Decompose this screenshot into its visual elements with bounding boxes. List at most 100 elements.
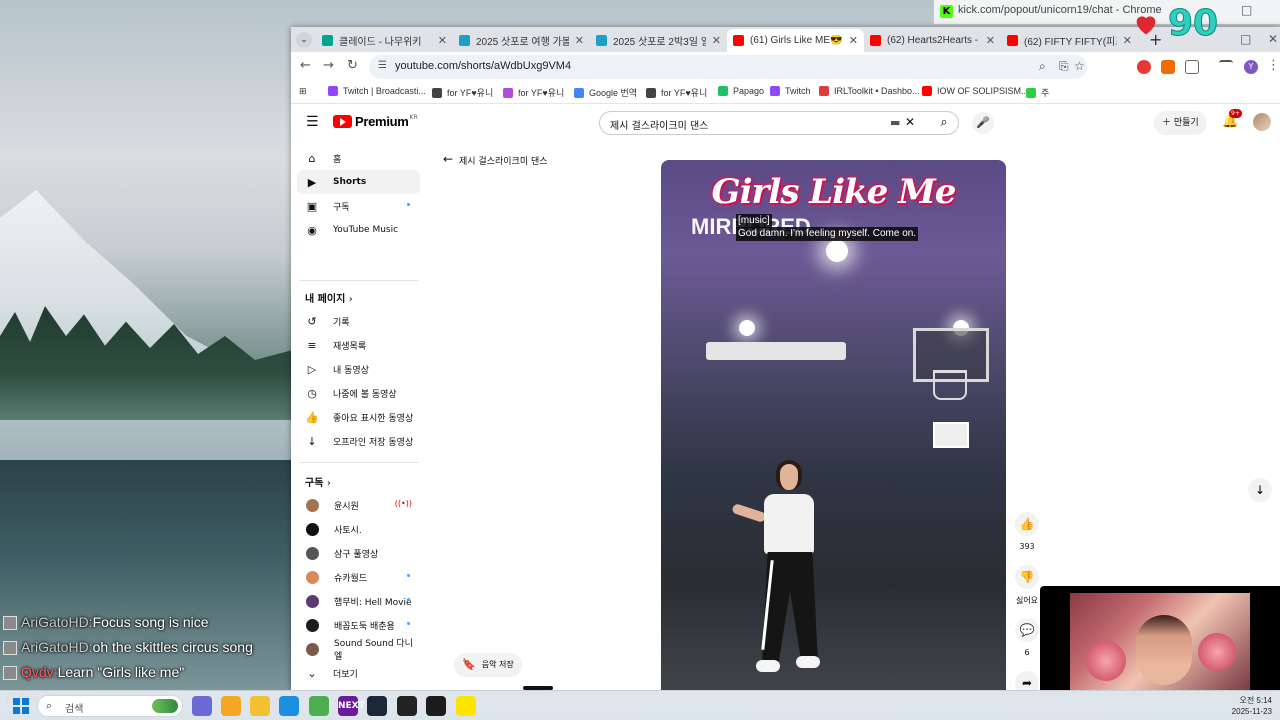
sidebar-section-heading[interactable]: 내 페이지 › (305, 290, 353, 305)
tab-search-button[interactable]: ⌄ (296, 32, 312, 48)
sidebar-item[interactable]: ◷ 나중에 볼 동영상 (297, 381, 420, 405)
tab-close-icon[interactable]: ✕ (438, 34, 447, 47)
bookmark-item[interactable]: for YF♥유니 (646, 86, 707, 99)
tab-label: (62) FIFTY FIFTY(피프티 (1024, 37, 1117, 48)
browser-tab[interactable]: (62) Hearts2Hearts - 'Fo ✕ (864, 29, 1001, 52)
comments-button[interactable]: 💬 (1015, 618, 1039, 642)
browser-tab[interactable]: 2025 삿포로 2박3일 일정 ✕ (590, 29, 727, 52)
url-text[interactable]: youtube.com/shorts/aWdbUxg9VM4 (395, 60, 571, 72)
account-avatar[interactable] (1253, 113, 1271, 131)
sidebar-item[interactable]: 사토시. (297, 517, 420, 541)
tab-close-icon[interactable]: ✕ (986, 34, 995, 47)
sidebar-item[interactable]: 윤시원 ((•)) (297, 493, 420, 517)
browser-tab[interactable]: (61) Girls Like ME😎 ✕ (727, 29, 864, 52)
bookmark-item[interactable]: 주 (1026, 86, 1049, 99)
sidebar-item[interactable]: ⌂ 홈 (297, 146, 420, 170)
maximize-icon[interactable]: □ (1241, 3, 1252, 17)
search-app-icon[interactable] (221, 696, 241, 716)
kick-chat-window[interactable]: K kick.com/popout/unicorn19/chat - Chrom… (933, 0, 1280, 24)
forward-icon[interactable]: → (323, 58, 334, 73)
sidebar-item[interactable]: 배꼽도둑 배춘용 (297, 613, 420, 637)
bookmark-item[interactable]: Twitch | Broadcasti... (328, 86, 426, 96)
sidebar-item[interactable]: ⌄ 더보기 (297, 661, 420, 685)
install-icon[interactable]: ⎘ (1059, 59, 1069, 74)
next-app-icon[interactable]: NEXT (338, 696, 365, 716)
keyboard-icon[interactable]: ▬ (890, 116, 900, 129)
sidebar-section-heading[interactable]: 구독 › (305, 474, 331, 489)
channel-avatar (306, 594, 319, 608)
share-button[interactable]: ➦ (1015, 671, 1039, 690)
close-icon[interactable]: ✕ (1268, 32, 1278, 46)
hamburger-menu-icon[interactable]: ☰ (306, 114, 319, 130)
extensions-puzzle-icon[interactable] (1185, 60, 1199, 74)
notes-app-icon[interactable] (426, 696, 446, 716)
maximize-icon[interactable]: □ (1240, 32, 1251, 46)
like-button[interactable]: 👍 (1015, 512, 1039, 536)
address-bar[interactable]: ☰ youtube.com/shorts/aWdbUxg9VM4 ⌕ ⎘ ☆ (369, 55, 1087, 79)
site-info-icon[interactable]: ☰ (378, 60, 387, 71)
voice-search-icon[interactable]: 🎤 (972, 112, 994, 134)
file-explorer-app-icon[interactable] (250, 696, 270, 716)
browser-tab[interactable]: 2025 삿포로 여행 가볼만 ✕ (453, 29, 590, 52)
search-icon: ⌕ (46, 699, 53, 712)
youtube-premium-logo[interactable]: Premium KR (333, 114, 418, 129)
next-short-arrow-icon[interactable]: ↓ (1248, 478, 1272, 502)
tab-close-icon[interactable]: ✕ (849, 34, 858, 47)
sidebar-item[interactable]: ▶ Shorts (297, 170, 420, 194)
system-clock[interactable]: 오전 5:14 2025-11-23 (1226, 695, 1272, 717)
edge-app-icon[interactable] (279, 696, 299, 716)
bookmark-item[interactable]: Google 번역 (574, 86, 637, 99)
obs-app-icon[interactable] (397, 696, 417, 716)
bookmark-item[interactable]: Papago (718, 86, 764, 96)
sidebar-item[interactable]: ◉ YouTube Music (297, 218, 420, 242)
extension-icon[interactable] (1161, 60, 1175, 74)
browser-tab[interactable]: 클레이드 - 나무위키 ✕ (316, 29, 453, 52)
shorts-video-player[interactable]: MIRRORED Girls Like Me [music] God damn.… (661, 160, 1006, 690)
bookmark-item[interactable]: IRLToolkit • Dashbo... (819, 86, 920, 96)
windows-start-icon[interactable] (13, 698, 29, 714)
dislike-button[interactable]: 👎 (1015, 565, 1039, 589)
tab-close-icon[interactable]: ✕ (575, 34, 584, 47)
steam-app-icon[interactable] (367, 696, 387, 716)
sidebar-item[interactable]: 슈카월드 (297, 565, 420, 589)
copilot-app-icon[interactable] (192, 696, 212, 716)
bookmark-star-icon[interactable]: ☆ (1074, 59, 1085, 73)
browser-tab[interactable]: (62) FIFTY FIFTY(피프티 ✕ (1001, 29, 1138, 52)
sidebar-item[interactable]: 햄무비: Hell Movie (297, 589, 420, 613)
profile-avatar[interactable]: Y (1244, 60, 1258, 74)
save-music-button[interactable]: 🔖 음악 저장 (454, 653, 522, 677)
kakaotalk-app-icon[interactable] (456, 696, 476, 716)
tab-close-icon[interactable]: ✕ (712, 34, 721, 47)
search-input[interactable]: 제시 걸스라이크미 댄스 ▬ ✕ (599, 111, 959, 135)
search-button[interactable]: ⌕ (929, 111, 959, 135)
back-icon[interactable]: ← (300, 58, 311, 73)
zoom-icon[interactable]: ⌕ (1039, 59, 1046, 74)
sidebar-item[interactable]: Sound Sound 다니엘 (297, 637, 420, 662)
sidebar-item[interactable]: ≡ 재생목록 (297, 333, 420, 357)
taskbar-search-input[interactable]: ⌕ 검색 (37, 695, 183, 717)
tab-close-icon[interactable]: ✕ (1123, 34, 1132, 47)
sidebar-item[interactable]: 삼구 풀영상 (297, 541, 420, 565)
chevron-down-icon: ⌄ (307, 666, 317, 680)
sidebar-item[interactable]: 👍 좋아요 표시한 동영상 (297, 405, 420, 429)
search-query[interactable]: 제시 걸스라이크미 댄스 (610, 117, 708, 132)
sidebar-item[interactable]: ↓ 오프라인 저장 동영상 (297, 429, 420, 453)
bookmark-item[interactable]: for YF♥유니 (432, 86, 493, 99)
sidebar-item[interactable]: ↺ 기록 (297, 309, 420, 333)
bookmark-item[interactable]: Twitch (770, 86, 811, 96)
bookmark-favicon-icon (328, 86, 338, 96)
sidebar-item[interactable]: ▷ 내 동영상 (297, 357, 420, 381)
reading-list-icon[interactable] (1219, 60, 1233, 74)
bookmark-item[interactable]: IOW OF SOLIPSISM... (922, 86, 1029, 96)
back-arrow-icon[interactable]: ← (443, 152, 453, 166)
bookmark-item[interactable]: for YF♥유니 (503, 86, 564, 99)
apps-grid-icon[interactable]: ⊞ (299, 86, 307, 97)
chrome-menu-icon[interactable]: ⋮ (1267, 58, 1280, 73)
reload-icon[interactable]: ↻ (347, 58, 358, 73)
chrome-app-icon[interactable] (309, 696, 329, 716)
create-button[interactable]: ＋ 만들기 (1154, 111, 1207, 135)
sidebar-item[interactable]: ▣ 구독 (297, 194, 420, 218)
heart-icon (1136, 16, 1156, 35)
extension-icon[interactable] (1137, 60, 1151, 74)
clear-search-icon[interactable]: ✕ (905, 115, 915, 129)
